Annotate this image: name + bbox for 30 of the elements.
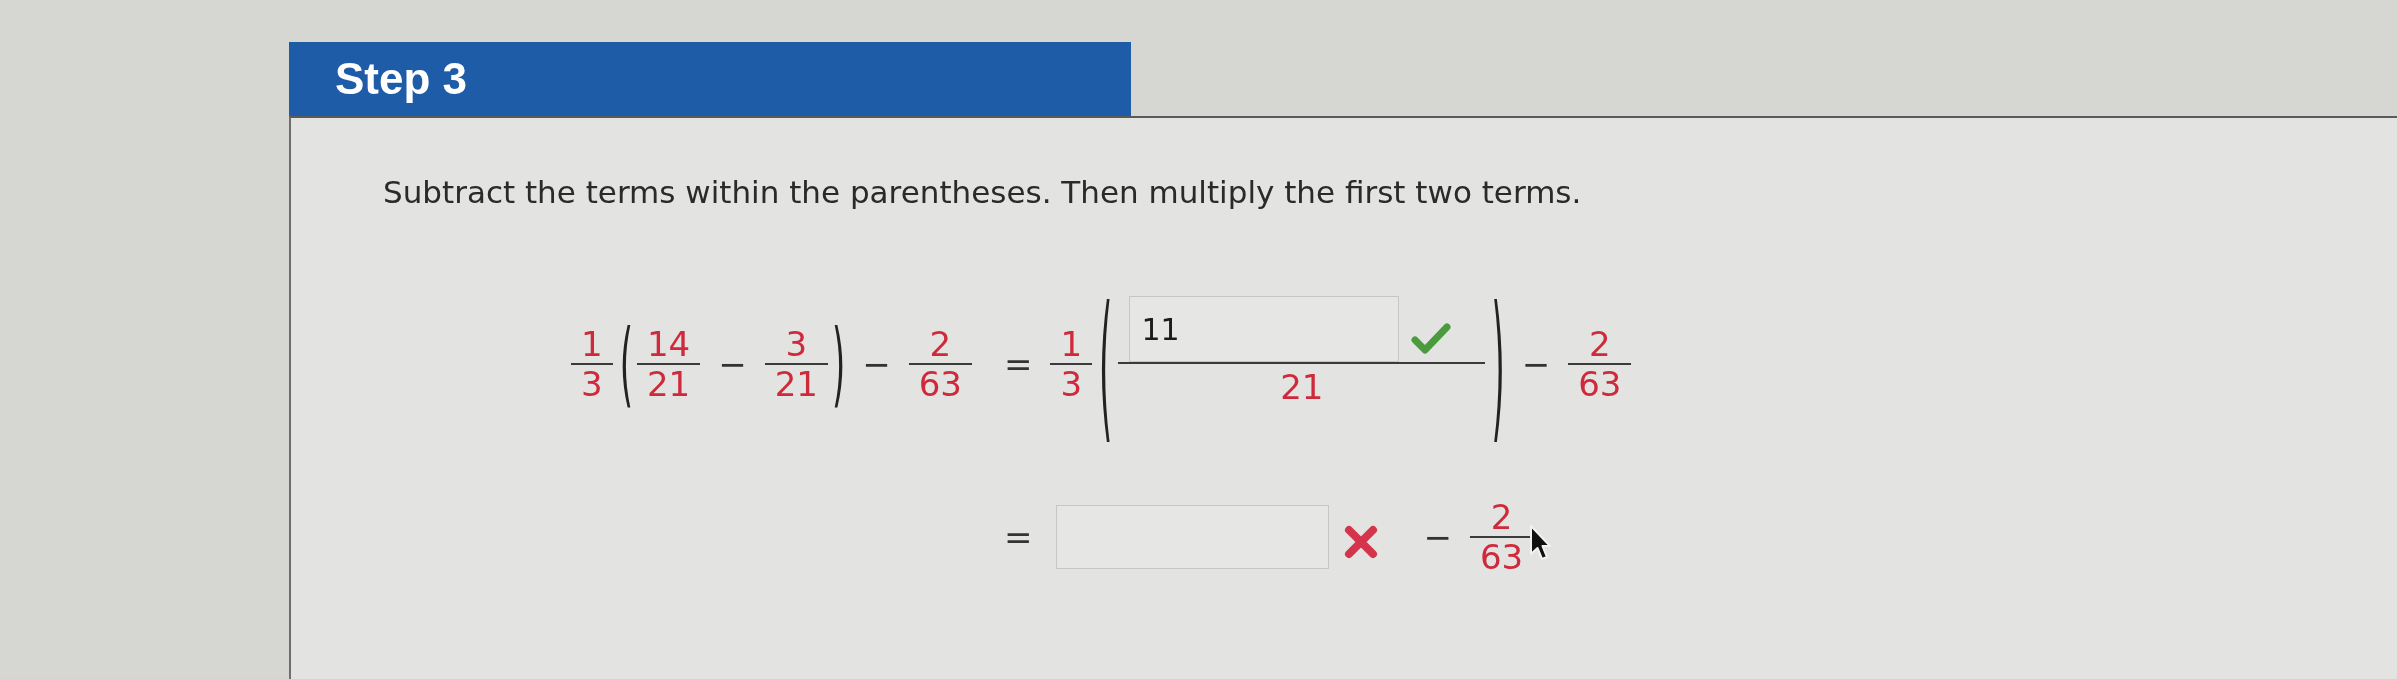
fraction-denominator: 21 xyxy=(773,365,819,403)
math-operator: − xyxy=(862,345,891,383)
answer-field[interactable]: 11 xyxy=(1129,296,1400,362)
answer-field[interactable] xyxy=(1056,505,1330,569)
fraction-denominator: 63 xyxy=(917,365,963,403)
fraction-numerator: 14 xyxy=(645,325,692,363)
parenthesis: ( xyxy=(619,318,633,410)
math-operator: − xyxy=(1423,518,1452,556)
fraction-denominator: 63 xyxy=(1478,538,1525,576)
fraction-denominator: 63 xyxy=(1577,365,1623,403)
instruction-text: Subtract the terms within the parentheses. Then multiply the first two terms. xyxy=(383,173,1582,211)
fraction-numerator: 3 xyxy=(784,325,809,363)
mouse-pointer-icon xyxy=(1529,524,1552,562)
fraction-denominator: 21 xyxy=(1279,366,1325,406)
math-operator: − xyxy=(718,345,747,383)
fraction-numerator: 1 xyxy=(1059,325,1084,363)
fraction-numerator: 2 xyxy=(1489,498,1514,536)
math-operator: = xyxy=(1003,345,1033,383)
parenthesis: ) xyxy=(1491,283,1505,445)
parenthesis: ( xyxy=(1099,283,1113,445)
fraction-denominator: 3 xyxy=(580,365,604,403)
fraction-numerator: 1 xyxy=(580,325,604,363)
step-header: Step 3 xyxy=(289,42,1131,116)
fraction-denominator: 3 xyxy=(1059,365,1084,403)
fraction-denominator: 21 xyxy=(645,365,692,403)
fraction-numerator: 2 xyxy=(1587,325,1612,363)
fraction-numerator: 2 xyxy=(928,325,953,363)
math-operator: = xyxy=(1003,518,1033,556)
math-operator: − xyxy=(1521,345,1551,383)
parenthesis: ) xyxy=(831,318,846,410)
